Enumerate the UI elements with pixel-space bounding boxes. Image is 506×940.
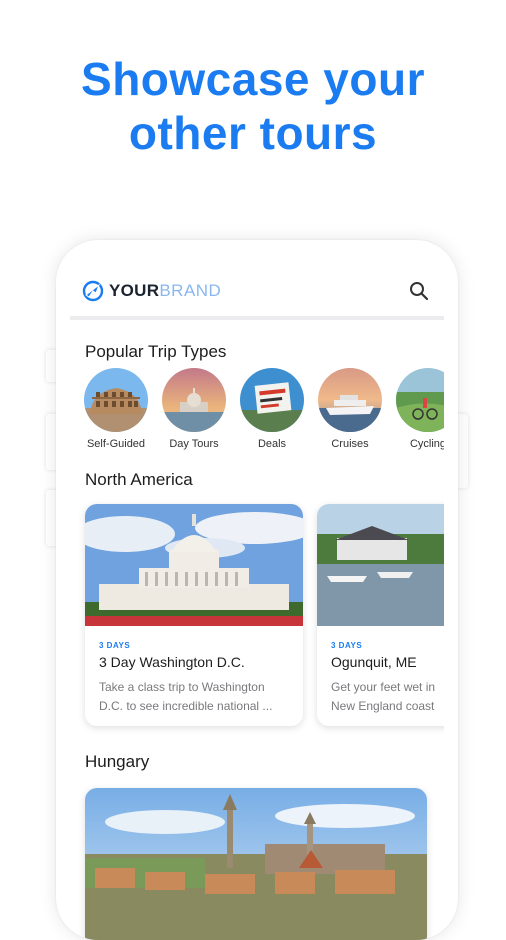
tour-description-line: New England coast — [331, 699, 435, 713]
brand-name-suffix: BRAND — [159, 281, 222, 300]
cruise-ship-photo — [318, 368, 382, 432]
tour-card-washington[interactable]: 3 DAYS 3 Day Washington D.C. Take a clas… — [85, 504, 303, 726]
trip-type-self-guided[interactable]: Self-Guided — [84, 368, 148, 450]
tour-description: Get your feet wet in New England coast — [331, 678, 444, 716]
harbor-photo — [317, 504, 444, 626]
tour-duration: 3 DAYS — [331, 641, 363, 650]
app-screen: YOUR BRAND Popular Trip Types Self-Guide… — [70, 240, 444, 940]
popular-trip-types-title: Popular Trip Types — [85, 342, 227, 361]
headline-line-1: Showcase your — [81, 53, 425, 105]
trip-type-label: Deals — [257, 438, 287, 450]
globe-plane-icon — [82, 280, 104, 302]
tour-title: 3 Day Washington D.C. — [99, 654, 245, 670]
north-america-carousel: 3 DAYS 3 Day Washington D.C. Take a clas… — [85, 504, 444, 730]
search-icon[interactable] — [408, 280, 430, 302]
headline-line-2: other tours — [128, 107, 378, 159]
tour-description-line: Take a class trip to Washington — [99, 680, 265, 694]
north-america-title: North America — [85, 470, 193, 489]
budapest-photo — [85, 788, 427, 940]
app-header: YOUR BRAND — [70, 240, 444, 320]
trip-type-deals[interactable]: Deals — [240, 368, 304, 450]
hungary-title: Hungary — [85, 752, 150, 771]
trip-type-cruises[interactable]: Cruises — [318, 368, 382, 450]
trip-types-row: Self-Guided Day Tours Deals Cruises Cycl… — [84, 368, 444, 468]
trip-type-label: Self-Guided — [86, 438, 146, 450]
tour-card-hungary[interactable] — [85, 788, 427, 940]
brand-logo[interactable]: YOUR BRAND — [82, 280, 221, 302]
deals-sign-photo — [240, 368, 304, 432]
header-divider — [70, 316, 444, 320]
tour-duration: 3 DAYS — [99, 641, 131, 650]
trip-type-cycling[interactable]: Cycling — [396, 368, 444, 450]
capitol-building-photo — [85, 504, 303, 626]
phone-frame: YOUR BRAND Popular Trip Types Self-Guide… — [56, 240, 458, 940]
cyclists-photo — [396, 368, 444, 432]
tour-title: Ogunquit, ME — [331, 654, 417, 670]
trip-type-label: Day Tours — [169, 438, 219, 450]
headline: Showcase your other tours — [0, 52, 506, 160]
trip-type-label: Cycling — [409, 438, 444, 450]
tour-description: Take a class trip to Washington D.C. to … — [99, 678, 289, 716]
capitol-sunset-photo — [162, 368, 226, 432]
trip-type-day-tours[interactable]: Day Tours — [162, 368, 226, 450]
tour-description-line: Get your feet wet in — [331, 680, 436, 694]
brand-name-prefix: YOUR — [109, 281, 160, 300]
trip-type-label: Cruises — [331, 438, 369, 450]
tour-description-line: D.C. to see incredible national ... — [99, 699, 273, 713]
tour-card-ogunquit[interactable]: 3 DAYS Ogunquit, ME Get your feet wet in… — [317, 504, 444, 726]
colosseum-photo — [84, 368, 148, 432]
